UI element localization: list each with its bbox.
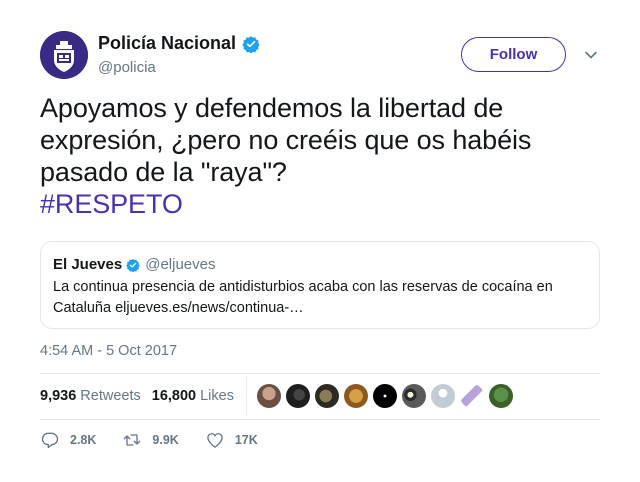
avatar[interactable]: [372, 384, 397, 408]
quoted-author-handle: @eljueves: [145, 256, 216, 273]
avatar[interactable]: [459, 384, 484, 408]
avatar[interactable]: [285, 384, 310, 408]
like-button[interactable]: 17K: [205, 430, 258, 450]
quoted-tweet-text: La continua presencia de antidisturbios …: [53, 279, 553, 316]
avatar[interactable]: [401, 384, 426, 408]
avatar[interactable]: [488, 384, 513, 408]
verified-badge-icon: [242, 35, 260, 53]
verified-badge-icon: [126, 258, 140, 272]
avatar[interactable]: [343, 384, 368, 408]
likes-stat[interactable]: 16,800 Likes: [152, 388, 234, 404]
avatar[interactable]: [314, 384, 339, 408]
retweets-stat[interactable]: 9,936 Retweets: [40, 388, 141, 404]
likes-count: 16,800: [151, 388, 197, 404]
chevron-down-icon[interactable]: [584, 48, 598, 62]
retweets-count: 9,936: [40, 388, 77, 404]
author-avatar[interactable]: [40, 31, 88, 79]
divider: [40, 419, 600, 420]
hashtag-link[interactable]: #RESPETO: [40, 188, 600, 220]
retweet-icon: [124, 434, 141, 446]
tweet-text: Apoyamos y defendemos la libertad de exp…: [40, 92, 600, 220]
like-count: 17K: [234, 433, 258, 447]
divider: [245, 378, 247, 414]
quoted-tweet-header: El Jueves @eljueves: [53, 256, 215, 273]
retweets-label: Retweets: [80, 388, 141, 404]
retweet-count: 9.9K: [152, 433, 179, 447]
tweet-actions: 2.8K 9.9K 17K: [40, 430, 284, 450]
retweet-button[interactable]: 9.9K: [122, 430, 179, 450]
reply-icon: [41, 432, 59, 449]
author-name-text: Policía Nacional: [98, 33, 237, 53]
like-icon: [207, 433, 223, 448]
likes-label: Likes: [200, 388, 234, 404]
reply-button[interactable]: 2.8K: [40, 430, 96, 450]
tweet-timestamp[interactable]: 4:54 AM - 5 Oct 2017: [40, 343, 177, 359]
author-name[interactable]: Policía Nacional: [98, 33, 260, 54]
quoted-author-name: El Jueves: [53, 256, 123, 273]
avatar[interactable]: [430, 384, 455, 408]
author-handle[interactable]: @policia: [98, 59, 156, 76]
reply-count: 2.8K: [70, 433, 97, 447]
liker-avatars: [256, 384, 518, 408]
quoted-tweet-card[interactable]: El Jueves @eljueves La continua presenci…: [40, 241, 600, 329]
police-crest-icon: [40, 31, 88, 79]
tweet-body: Apoyamos y defendemos la libertad de exp…: [40, 93, 532, 187]
follow-button[interactable]: Follow: [461, 37, 566, 72]
engagement-stats: 9,936 Retweets 16,800 Likes: [40, 374, 518, 418]
avatar[interactable]: [256, 384, 281, 408]
